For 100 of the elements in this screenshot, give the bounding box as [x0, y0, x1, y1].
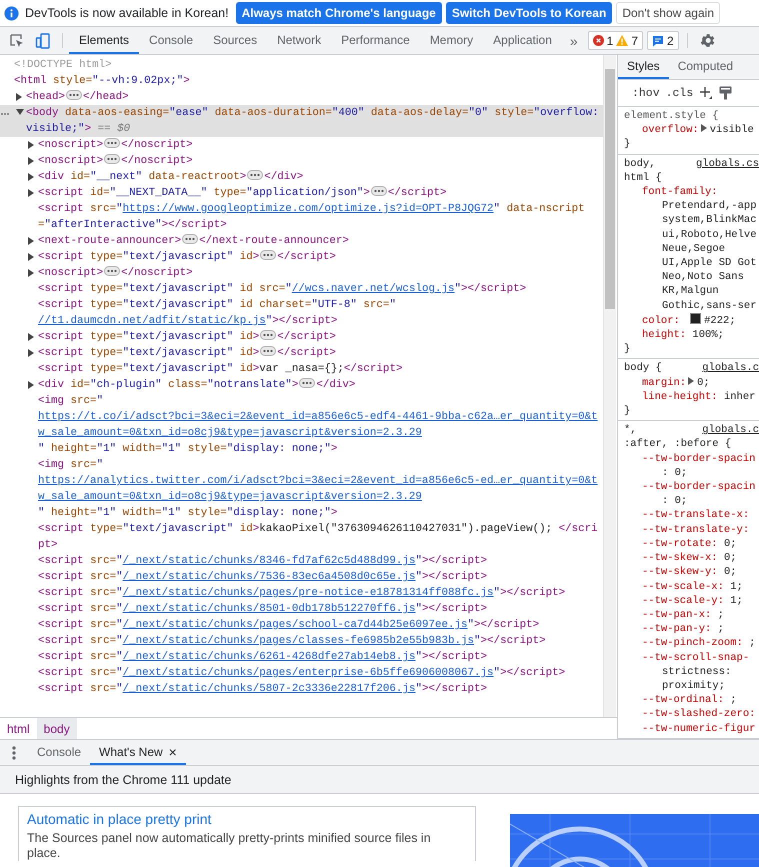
- url-link[interactable]: /_next/static/chunks/8346-fd7af62c5d488d99.js: [122, 553, 416, 569]
- dom-node-line[interactable]: <script id="__NEXT_DATA__" type="application/json"> </script>: [38, 185, 603, 201]
- expand-ellipsis-button[interactable]: [104, 138, 120, 148]
- dom-node-line[interactable]: <head> </head>: [26, 89, 603, 105]
- url-link[interactable]: /_next/static/chunks/pages/school-ca7d44b25e6097ee.js: [122, 617, 468, 633]
- collapsed-arrow-icon[interactable]: [28, 157, 34, 165]
- infobar-button[interactable]: Switch DevTools to Korean: [446, 2, 612, 24]
- device-toolbar-icon[interactable]: [35, 32, 51, 48]
- more-tabs-button[interactable]: »: [562, 27, 586, 54]
- color-swatch[interactable]: [690, 312, 702, 324]
- dom-node-line[interactable]: <script type="text/javascript" id>var _nasa={};</script>: [38, 361, 603, 377]
- url-link[interactable]: /_next/static/chunks/6261-4268dfe27ab14eb8.js: [122, 649, 416, 665]
- dom-node-line[interactable]: <script src="/_next/static/chunks/pages/classes-fe6985b2e55b983b.js"></script>: [38, 633, 603, 649]
- source-link[interactable]: globals.cs: [696, 156, 759, 171]
- url-link[interactable]: //wcs.naver.net/wcslog.js: [292, 281, 454, 297]
- collapsed-arrow-icon[interactable]: [28, 189, 34, 197]
- url-link[interactable]: /_next/static/chunks/8501-0db178b512270ff6.js: [122, 601, 416, 617]
- dom-node-line[interactable]: <script type="text/javascript" id> </script>: [38, 249, 603, 265]
- expand-ellipsis-button[interactable]: [299, 378, 316, 388]
- dom-node-line[interactable]: <script src="/_next/static/chunks/5807-2c3336e22817f206.js"></script>: [38, 681, 603, 697]
- collapsed-arrow-icon[interactable]: [28, 253, 34, 261]
- dom-node-line[interactable]: <script src="https://www.googleoptimize.com/optimize.js?id=OPT-P8JQG72" data-nscript="afterInteractive"></script>: [38, 201, 603, 233]
- collapsed-arrow-icon[interactable]: [28, 349, 34, 357]
- expand-ellipsis-button[interactable]: [247, 170, 264, 180]
- url-link[interactable]: /_next/static/chunks/pages/classes-fe6985b2e55b983b.js: [122, 633, 474, 649]
- collapsed-arrow-icon[interactable]: [28, 269, 34, 277]
- url-link[interactable]: https://analytics.twitter.com/i/adsct?bci=3&eci=2&event_id=a856e6c5-ed…er_quantity=0&tw_sale_amount=0&txn_id=o8cj9&type=javascript&version=2.3.29: [38, 473, 603, 505]
- panel-tab[interactable]: Performance: [331, 27, 420, 54]
- expand-ellipsis-button[interactable]: [104, 154, 120, 164]
- dom-node-line[interactable]: <html style="--vh:9.02px;">: [14, 73, 603, 89]
- panel-tab[interactable]: Memory: [420, 27, 484, 54]
- panel-tab[interactable]: Console: [139, 27, 204, 54]
- dom-node-line[interactable]: <script type="text/javascript" id>kakaoPixel("3763094626110427031").pageView(); </script>: [38, 521, 603, 553]
- close-tab-button[interactable]: ×: [168, 744, 177, 760]
- dom-node-line[interactable]: <img src=" https://t.co/i/adsct?bci=3&eci=2&event_id=a856e6c5-edf4-4461-9bba-c62a…er_quantity=0&tw_sale_amount=0&txn_id=o8cj9&type=javascript&version=2.3.29 " height="1" width="1" style="display: none;">: [38, 393, 603, 457]
- sidebar-tab[interactable]: Computed: [668, 55, 742, 79]
- dom-node-line[interactable]: <noscript> </noscript>: [38, 137, 603, 153]
- url-link[interactable]: https://www.googleoptimize.com/optimize.js?id=OPT-P8JQG72: [122, 201, 494, 217]
- collapsed-arrow-icon[interactable]: [28, 141, 34, 149]
- expanded-arrow-icon[interactable]: [16, 109, 24, 115]
- url-link[interactable]: //t1.daumcdn.net/adfit/static/kp.js: [38, 313, 266, 329]
- url-link[interactable]: /_next/static/chunks/5807-2c3336e22817f206.js: [122, 681, 416, 697]
- expand-ellipsis-button[interactable]: [182, 234, 198, 244]
- dom-node-line[interactable]: <next-route-announcer> </next-route-announcer>: [38, 233, 603, 249]
- source-link[interactable]: globals.c: [702, 423, 759, 438]
- expand-ellipsis-button[interactable]: [260, 250, 276, 260]
- dom-node-line[interactable]: <script src="/_next/static/chunks/8346-fd7af62c5d488d99.js"></script>: [38, 553, 603, 569]
- more-options-icon[interactable]: [12, 746, 16, 760]
- panel-tab[interactable]: Network: [267, 27, 332, 54]
- dom-node-line[interactable]: <script type="text/javascript" id> </script>: [38, 329, 603, 345]
- breadcrumb[interactable]: body: [36, 718, 77, 739]
- url-link[interactable]: https://t.co/i/adsct?bci=3&eci=2&event_id=a856e6c5-edf4-4461-9bba-c62a…er_quantity=0&tw_sale_amount=0&txn_id=o8cj9&type=javascript&version=2.3.29: [38, 409, 603, 441]
- breadcrumb[interactable]: html: [0, 718, 37, 739]
- collapsed-arrow-icon[interactable]: [16, 93, 22, 101]
- dom-node-line[interactable]: <script src="/_next/static/chunks/7536-83ec6a4508d0c65e.js"></script>: [38, 569, 603, 585]
- expand-ellipsis-button[interactable]: [370, 186, 387, 196]
- expand-ellipsis-button[interactable]: [260, 330, 276, 340]
- plus-icon[interactable]: [699, 86, 714, 100]
- source-link[interactable]: globals.c: [702, 361, 759, 376]
- dom-node-line[interactable]: <div id="ch-plugin" class="notranslate"> </div>: [38, 377, 603, 393]
- expand-ellipsis-button[interactable]: [66, 90, 82, 100]
- infobar-button[interactable]: Always match Chrome's language: [236, 2, 442, 24]
- collapsed-arrow-icon[interactable]: [28, 381, 34, 389]
- class-toggle-button[interactable]: .cls: [666, 86, 694, 100]
- dom-node-line[interactable]: <script type="text/javascript" id src="//wcs.naver.net/wcslog.js"></script>: [38, 281, 603, 297]
- dom-node-line[interactable]: <script src="/_next/static/chunks/6261-4268dfe27ab14eb8.js"></script>: [38, 649, 603, 665]
- dom-node-line[interactable]: <div id="__next" data-reactroot> </div>: [38, 169, 603, 185]
- dom-node-line[interactable]: <script src="/_next/static/chunks/8501-0db178b512270ff6.js"></script>: [38, 601, 603, 617]
- drawer-tab[interactable]: Console: [28, 740, 90, 765]
- expand-arrow-icon[interactable]: [688, 376, 694, 385]
- url-link[interactable]: /_next/static/chunks/pages/pre-notice-e18781314ff088fc.js: [122, 585, 494, 601]
- expand-ellipsis-button[interactable]: [104, 266, 120, 276]
- expand-ellipsis-button[interactable]: [260, 346, 276, 356]
- infobar-button[interactable]: Don't show again: [616, 2, 720, 24]
- url-link[interactable]: /_next/static/chunks/pages/enterprise-6b5ffe6906008067.js: [122, 665, 494, 681]
- inspect-element-icon[interactable]: [9, 32, 25, 48]
- console-counts-button[interactable]: 1 7: [588, 31, 644, 50]
- panel-tab[interactable]: Sources: [203, 27, 268, 54]
- hover-state-button[interactable]: :hov: [632, 86, 660, 100]
- collapsed-arrow-icon[interactable]: [28, 237, 34, 245]
- dom-node-line[interactable]: <script src="/_next/static/chunks/pages/school-ca7d44b25e6097ee.js"></script>: [38, 617, 603, 633]
- panel-tab[interactable]: Elements: [69, 27, 140, 54]
- sidebar-tab[interactable]: Styles: [618, 55, 669, 79]
- paint-roller-icon[interactable]: [719, 86, 732, 100]
- url-link[interactable]: /_next/static/chunks/7536-83ec6a4508d0c65e.js: [122, 569, 416, 585]
- expand-arrow-icon[interactable]: [700, 124, 707, 132]
- issues-button[interactable]: 2: [647, 31, 679, 50]
- collapsed-arrow-icon[interactable]: [28, 173, 34, 181]
- dom-node-line[interactable]: <script src="/_next/static/chunks/pages/pre-notice-e18781314ff088fc.js"></script>: [38, 585, 603, 601]
- panel-tab[interactable]: Application: [483, 27, 562, 54]
- feature-title-link[interactable]: Automatic in place pretty print: [27, 811, 212, 827]
- dom-node-line[interactable]: <noscript> </noscript>: [38, 265, 603, 281]
- dom-node-line[interactable]: <img src=" https://analytics.twitter.com/i/adsct?bci=3&eci=2&event_id=a856e6c5-ed…er_quantity=0&tw_sale_amount=0&txn_id=o8cj9&type=javascript&version=2.3.29 " height="1" width="1" style="display: none;">: [38, 457, 603, 521]
- collapsed-arrow-icon[interactable]: [28, 333, 34, 341]
- dom-node-line[interactable]: <noscript> </noscript>: [38, 153, 603, 169]
- settings-icon[interactable]: [698, 32, 716, 49]
- dom-node-line[interactable]: <script type="text/javascript" id> </script>: [38, 345, 603, 361]
- scrollbar[interactable]: [603, 55, 616, 717]
- dom-node-line[interactable]: <script type="text/javascript" id charset="UTF-8" src=" //t1.daumcdn.net/adfit/static/kp.js"></script>: [38, 297, 603, 329]
- dom-node-line[interactable]: <script src="/_next/static/chunks/pages/enterprise-6b5ffe6906008067.js"></script>: [38, 665, 603, 681]
